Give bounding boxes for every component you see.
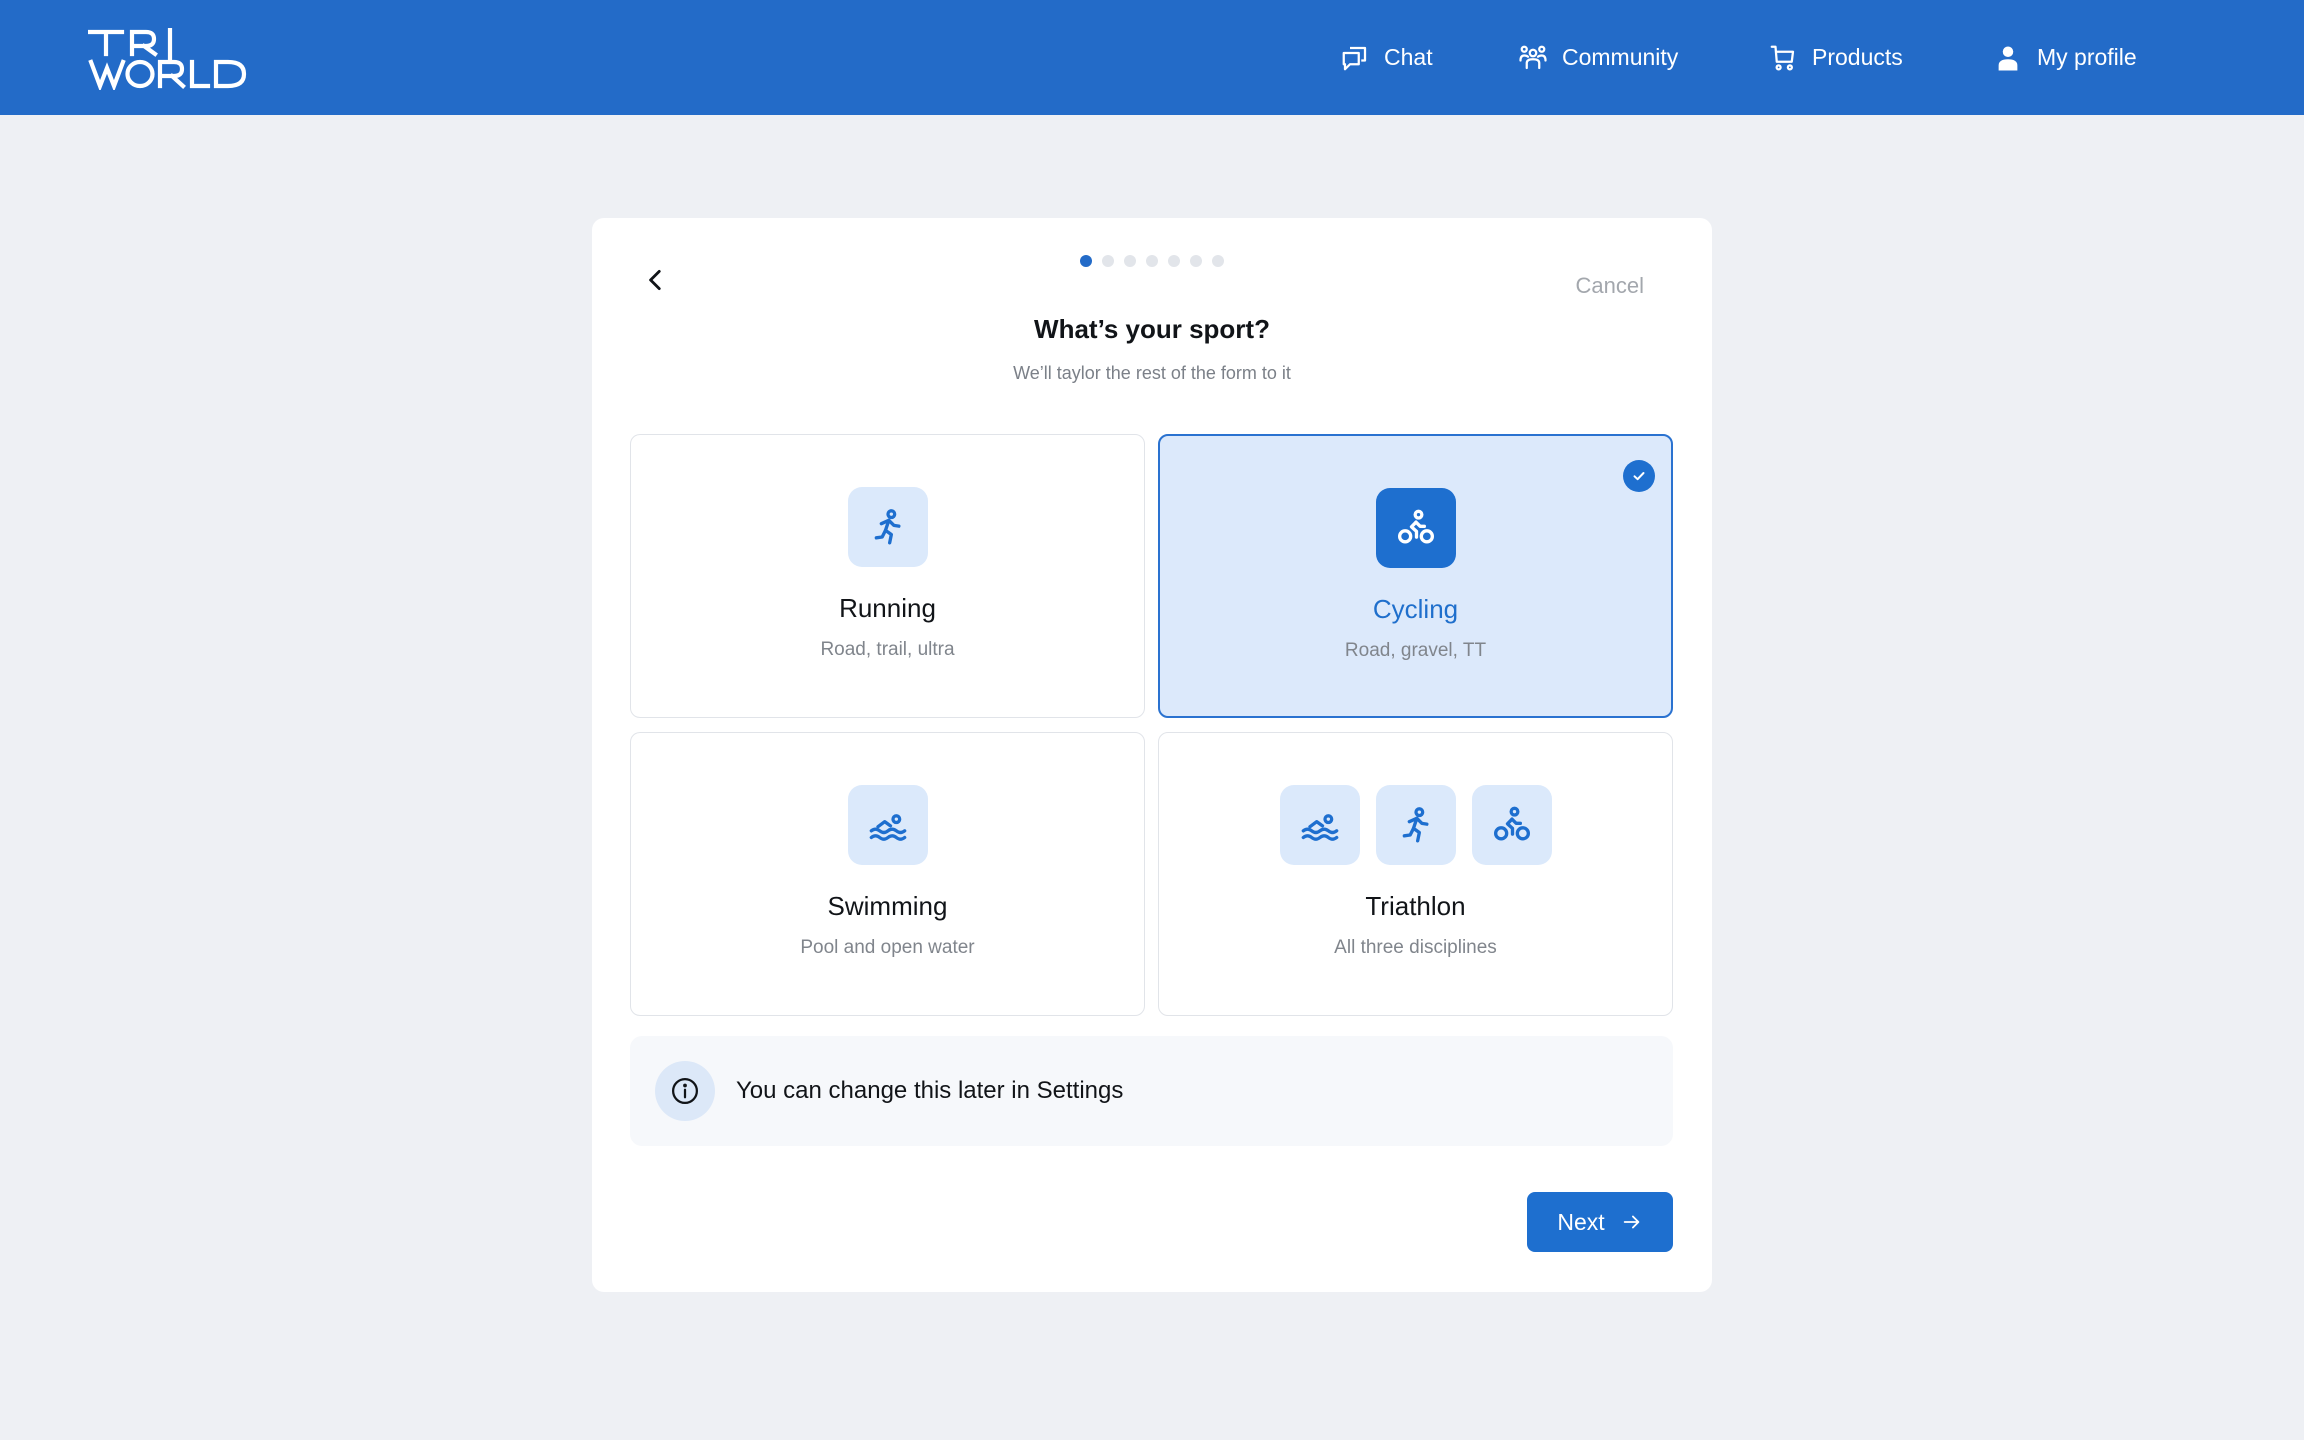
- sport-option-label: Swimming: [827, 891, 948, 921]
- top-nav-bar: Chat Community Products My profile: [0, 0, 2304, 115]
- next-button-label: Next: [1557, 1208, 1605, 1235]
- sport-option-running[interactable]: Running Road, trail, ultra: [630, 434, 1145, 718]
- nav-my-profile[interactable]: My profile: [1993, 0, 2137, 115]
- sport-option-description: Road, trail, ultra: [820, 639, 955, 660]
- sport-option-cycling[interactable]: Cycling Road, gravel, TT: [1158, 434, 1673, 718]
- sport-option-description: Pool and open water: [800, 937, 975, 958]
- user-icon: [1998, 46, 2018, 70]
- nav-products[interactable]: Products: [1768, 0, 1903, 115]
- sport-option-triathlon[interactable]: Triathlon All three disciplines: [1158, 732, 1673, 1016]
- step-dot: [1190, 255, 1202, 267]
- sport-option-label: Triathlon: [1365, 891, 1466, 921]
- step-dot: [1102, 255, 1114, 267]
- cycling-icon: [1493, 806, 1530, 841]
- brand-logo[interactable]: [87, 25, 256, 92]
- sport-option-label: Running: [839, 593, 936, 623]
- tri-world-logo-icon: [87, 25, 247, 92]
- cycling-icon-tile: [1471, 785, 1552, 865]
- page-title: What’s your sport?: [1034, 314, 1270, 344]
- page-subtitle: We’ll taylor the rest of the form to it: [1013, 363, 1291, 383]
- step-dot: [1146, 255, 1158, 267]
- chevron-left-icon: [649, 269, 661, 291]
- nav-products-label: Products: [1812, 44, 1903, 70]
- next-button[interactable]: Next: [1527, 1192, 1673, 1252]
- sport-option-description: Road, gravel, TT: [1344, 640, 1487, 661]
- chat-icon: [1342, 46, 1367, 70]
- step-dot: [1124, 255, 1136, 267]
- swimming-icon: [869, 814, 906, 841]
- cycling-icon-tile: [1375, 488, 1456, 568]
- swimming-icon-tile: [1279, 785, 1360, 865]
- cancel-button[interactable]: Cancel: [1576, 273, 1644, 299]
- nav-community[interactable]: Community: [1518, 0, 1678, 115]
- running-icon-tile: [847, 487, 928, 567]
- step-dot-active: [1080, 255, 1092, 267]
- nav-my-profile-label: My profile: [2037, 44, 2137, 70]
- info-banner: You can change this later in Settings: [630, 1036, 1673, 1146]
- running-icon: [1402, 807, 1428, 843]
- step-dot: [1212, 255, 1224, 267]
- sport-option-description: All three disciplines: [1334, 937, 1497, 958]
- info-text: You can change this later in Settings: [736, 1077, 1124, 1104]
- nav-chat[interactable]: Chat: [1340, 0, 1433, 115]
- community-icon: [1519, 45, 1547, 69]
- sport-selection-card: Cancel What’s your sport? We’ll taylor t…: [592, 218, 1712, 1292]
- cart-icon: [1770, 45, 1795, 70]
- swimming-icon: [1301, 814, 1338, 841]
- info-icon-badge: [655, 1061, 715, 1121]
- cycling-icon: [1397, 509, 1434, 544]
- running-icon-tile: [1375, 785, 1456, 865]
- nav-chat-label: Chat: [1384, 44, 1433, 70]
- step-progress-indicator: [592, 255, 1712, 267]
- sport-option-swimming[interactable]: Swimming Pool and open water: [630, 732, 1145, 1016]
- nav-community-label: Community: [1562, 44, 1679, 70]
- sport-option-label: Cycling: [1372, 594, 1459, 624]
- running-icon: [874, 509, 900, 545]
- swimming-icon-tile: [847, 785, 928, 865]
- arrow-right-icon: [1623, 1215, 1639, 1229]
- step-dot: [1168, 255, 1180, 267]
- info-icon: [672, 1078, 698, 1104]
- check-icon: [1633, 472, 1645, 481]
